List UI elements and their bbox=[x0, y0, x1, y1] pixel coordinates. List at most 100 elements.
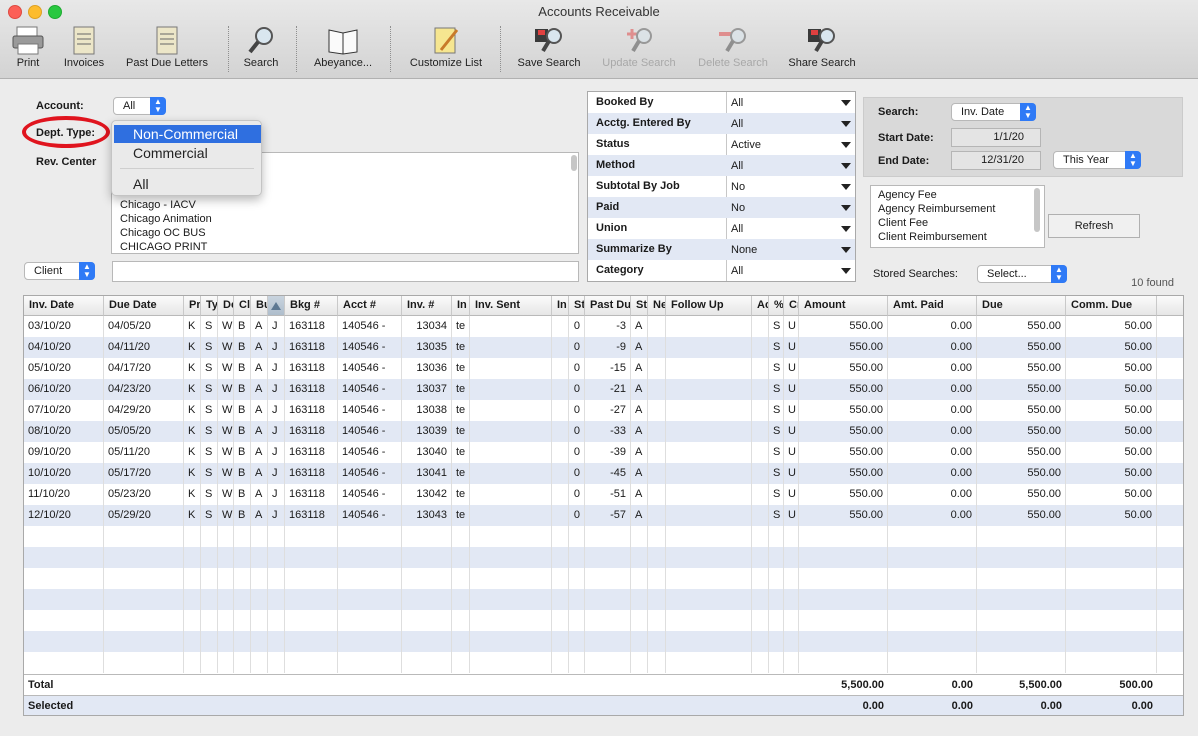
column-header-due[interactable]: Due bbox=[977, 296, 1066, 316]
table-row[interactable] bbox=[24, 547, 1183, 568]
table-row[interactable] bbox=[24, 568, 1183, 589]
column-header-ne[interactable]: Ne bbox=[648, 296, 666, 316]
list-item[interactable]: Chicago - IACV bbox=[120, 198, 212, 212]
table-cell bbox=[552, 400, 569, 421]
menu-item-non-commercial[interactable]: Non-Commercial bbox=[114, 125, 261, 143]
filter-row-summarize-by[interactable]: Summarize By None bbox=[588, 239, 855, 260]
column-header-bu[interactable]: Bu bbox=[251, 296, 268, 316]
column-header-due-date[interactable]: Due Date bbox=[104, 296, 184, 316]
dropdown-triangle-icon bbox=[841, 142, 851, 148]
table-row[interactable]: 07/10/20 04/29/20 K S W B A J 163118 140546 -1303… bbox=[24, 400, 1183, 421]
menu-item-commercial[interactable]: Commercial bbox=[114, 144, 261, 162]
table-row[interactable] bbox=[24, 610, 1183, 631]
column-header-pr[interactable]: Pr bbox=[184, 296, 201, 316]
fee-type-items: Agency Fee Agency Reimbursement Client F… bbox=[878, 188, 995, 244]
list-item[interactable]: CHICAGO PRINT bbox=[120, 240, 212, 254]
table-cell: 550.00 bbox=[799, 400, 888, 421]
refresh-button[interactable]: Refresh bbox=[1048, 214, 1140, 238]
table-row[interactable] bbox=[24, 589, 1183, 610]
column-header-inv-sent[interactable]: Inv. Sent bbox=[470, 296, 552, 316]
filter-row-paid[interactable]: Paid No bbox=[588, 197, 855, 218]
column-header-ty[interactable]: Ty bbox=[201, 296, 218, 316]
column-header-in[interactable]: In bbox=[452, 296, 470, 316]
table-cell bbox=[251, 652, 268, 673]
table-cell bbox=[648, 505, 666, 526]
column-header-de[interactable]: De bbox=[218, 296, 234, 316]
table-row[interactable]: 03/10/20 04/05/20 K S W B A J 163118 140546 -1303… bbox=[24, 316, 1183, 337]
table-cell: A bbox=[251, 337, 268, 358]
column-header-in[interactable]: In bbox=[552, 296, 569, 316]
list-item[interactable]: Chicago OC BUS bbox=[120, 226, 212, 240]
filter-row-booked-by[interactable]: Booked By All bbox=[588, 92, 855, 113]
table-cell bbox=[234, 547, 251, 568]
table-cell bbox=[752, 421, 769, 442]
list-item[interactable]: Client Fee bbox=[878, 216, 995, 230]
column-header-acct[interactable]: Acct # bbox=[338, 296, 402, 316]
menu-item-all[interactable]: All bbox=[114, 175, 261, 193]
search-button[interactable]: Search bbox=[238, 24, 284, 76]
past-due-letters-button[interactable]: Past Due Letters bbox=[120, 24, 214, 76]
filter-row-method[interactable]: Method All bbox=[588, 155, 855, 176]
client-popup[interactable]: Client ▲ ▼ bbox=[24, 262, 95, 280]
rev-center-scrollbar[interactable] bbox=[571, 155, 577, 171]
filter-row-union[interactable]: Union All bbox=[588, 218, 855, 239]
date-range-popup[interactable]: This Year ▲ ▼ bbox=[1053, 151, 1141, 169]
column-header-ac[interactable]: Ac bbox=[752, 296, 769, 316]
table-row[interactable] bbox=[24, 652, 1183, 673]
column-header-st[interactable]: St bbox=[631, 296, 648, 316]
end-date-field[interactable]: 12/31/20 bbox=[951, 151, 1041, 170]
update-search-button[interactable]: Update Search bbox=[596, 24, 682, 76]
toolbar-separator bbox=[500, 26, 501, 72]
column-header-past-du[interactable]: Past Du bbox=[585, 296, 631, 316]
table-row[interactable] bbox=[24, 526, 1183, 547]
table-cell: 163118 bbox=[285, 484, 338, 505]
stored-searches-popup[interactable]: Select... ▲ ▼ bbox=[977, 265, 1067, 283]
filter-row-status[interactable]: Status Active bbox=[588, 134, 855, 155]
column-header-bkg[interactable]: Bkg # bbox=[285, 296, 338, 316]
fee-type-list[interactable]: Agency Fee Agency Reimbursement Client F… bbox=[870, 185, 1045, 248]
column-header-col[interactable]: % bbox=[769, 296, 784, 316]
list-item[interactable]: Agency Fee bbox=[878, 188, 995, 202]
table-row[interactable]: 11/10/20 05/23/20 K S W B A J 163118 140546 -1304… bbox=[24, 484, 1183, 505]
table-row[interactable]: 09/10/20 05/11/20 K S W B A J 163118 140546 -1304… bbox=[24, 442, 1183, 463]
column-header-cr[interactable]: Cr bbox=[784, 296, 799, 316]
account-popup[interactable]: All ▲ ▼ bbox=[113, 97, 166, 115]
table-row[interactable]: 06/10/20 04/23/20 K S W B A J 163118 140546 -1303… bbox=[24, 379, 1183, 400]
column-header-cl[interactable]: Cl bbox=[234, 296, 251, 316]
column-header-follow-up[interactable]: Follow Up bbox=[666, 296, 752, 316]
filter-row-subtotal-by-job[interactable]: Subtotal By Job No bbox=[588, 176, 855, 197]
delete-search-button[interactable]: Delete Search bbox=[693, 24, 773, 76]
column-header-amt-paid[interactable]: Amt. Paid bbox=[888, 296, 977, 316]
column-header-st[interactable]: St bbox=[569, 296, 585, 316]
table-row[interactable]: 04/10/20 04/11/20 K S W B A J 163118 140546 -1303… bbox=[24, 337, 1183, 358]
column-header-inv-date[interactable]: Inv. Date bbox=[24, 296, 104, 316]
search-field-popup[interactable]: Inv. Date ▲ ▼ bbox=[951, 103, 1036, 121]
fee-type-scrollbar[interactable] bbox=[1034, 188, 1040, 232]
filter-row-acctg-entered-by[interactable]: Acctg. Entered By All bbox=[588, 113, 855, 134]
invoices-button[interactable]: Invoices bbox=[58, 24, 110, 76]
table-row[interactable]: 10/10/20 05/17/20 K S W B A J 163118 140546 -1304… bbox=[24, 463, 1183, 484]
list-item[interactable]: Agency Reimbursement bbox=[878, 202, 995, 216]
save-search-button[interactable]: Save Search bbox=[514, 24, 584, 76]
list-item[interactable]: Chicago Animation bbox=[120, 212, 212, 226]
table-row[interactable]: 05/10/20 04/17/20 K S W B A J 163118 140546 -1303… bbox=[24, 358, 1183, 379]
table-cell bbox=[104, 631, 184, 652]
column-header-amount[interactable]: Amount bbox=[799, 296, 888, 316]
table-row[interactable] bbox=[24, 631, 1183, 652]
table-cell: 50.00 bbox=[1066, 442, 1157, 463]
table-row[interactable]: 08/10/20 05/05/20 K S W B A J 163118 140546 -1303… bbox=[24, 421, 1183, 442]
filter-row-category[interactable]: Category All bbox=[588, 260, 855, 281]
client-search-input[interactable] bbox=[112, 261, 579, 282]
column-header-comm-due[interactable]: Comm. Due bbox=[1066, 296, 1157, 316]
print-button[interactable]: Print bbox=[6, 24, 50, 76]
abeyance-button[interactable]: Abeyance... bbox=[308, 24, 378, 76]
table-row[interactable]: 12/10/20 05/29/20 K S W B A J 163118 140546 -1304… bbox=[24, 505, 1183, 526]
start-date-field[interactable]: 1/1/20 bbox=[951, 128, 1041, 147]
table-cell bbox=[666, 631, 752, 652]
column-header-inv[interactable]: Inv. # bbox=[402, 296, 452, 316]
table-cell: W bbox=[218, 337, 234, 358]
list-item[interactable]: Client Reimbursement bbox=[878, 230, 995, 244]
share-search-button[interactable]: Share Search bbox=[784, 24, 860, 76]
customize-list-button[interactable]: Customize List bbox=[403, 24, 489, 76]
dropdown-triangle-icon bbox=[841, 163, 851, 169]
